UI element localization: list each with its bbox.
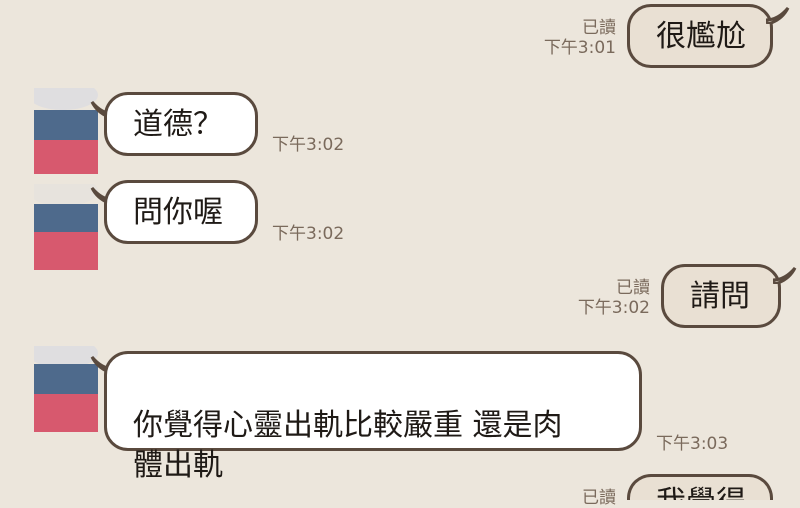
message-bubble-incoming[interactable]: 道德？ bbox=[104, 92, 258, 156]
message-bubble-outgoing[interactable]: 請問 bbox=[661, 264, 781, 328]
message-bubble-outgoing[interactable]: 我覺得 bbox=[627, 474, 773, 500]
message-bubble-incoming[interactable]: 你覺得心靈出軌比較嚴重 還是肉 體出軌 bbox=[104, 351, 642, 483]
message-meta: 已讀 bbox=[536, 488, 616, 508]
message-time: 下午3:02 bbox=[272, 135, 345, 155]
message-time: 下午3:03 bbox=[656, 434, 729, 454]
read-receipt: 已讀 bbox=[582, 18, 616, 38]
avatar[interactable] bbox=[34, 88, 98, 174]
message-text: 道德？ bbox=[133, 107, 223, 142]
message-meta: 已讀 下午3:01 bbox=[536, 18, 616, 58]
message-text: 問你喔 bbox=[133, 195, 223, 230]
message-time: 下午3:02 bbox=[577, 298, 650, 318]
message-text: 很尷尬 bbox=[656, 19, 746, 54]
message-text: 你覺得心靈出軌比較嚴重 還是肉 體出軌 bbox=[133, 408, 563, 483]
avatar[interactable] bbox=[34, 346, 98, 432]
message-bubble-outgoing[interactable]: 很尷尬 bbox=[627, 4, 773, 68]
message-bubble-incoming[interactable]: 問你喔 bbox=[104, 180, 258, 244]
message-meta: 已讀 下午3:02 bbox=[570, 278, 650, 318]
read-receipt: 已讀 bbox=[616, 278, 650, 298]
bubble-tail bbox=[773, 267, 797, 284]
read-receipt: 已讀 bbox=[582, 488, 616, 508]
message-text: 請問 bbox=[690, 279, 750, 314]
message-time: 下午3:02 bbox=[272, 224, 345, 244]
bubble-tail bbox=[766, 7, 790, 24]
avatar[interactable] bbox=[34, 184, 98, 270]
message-text: 我覺得 bbox=[656, 485, 746, 500]
message-time: 下午3:01 bbox=[543, 38, 616, 58]
